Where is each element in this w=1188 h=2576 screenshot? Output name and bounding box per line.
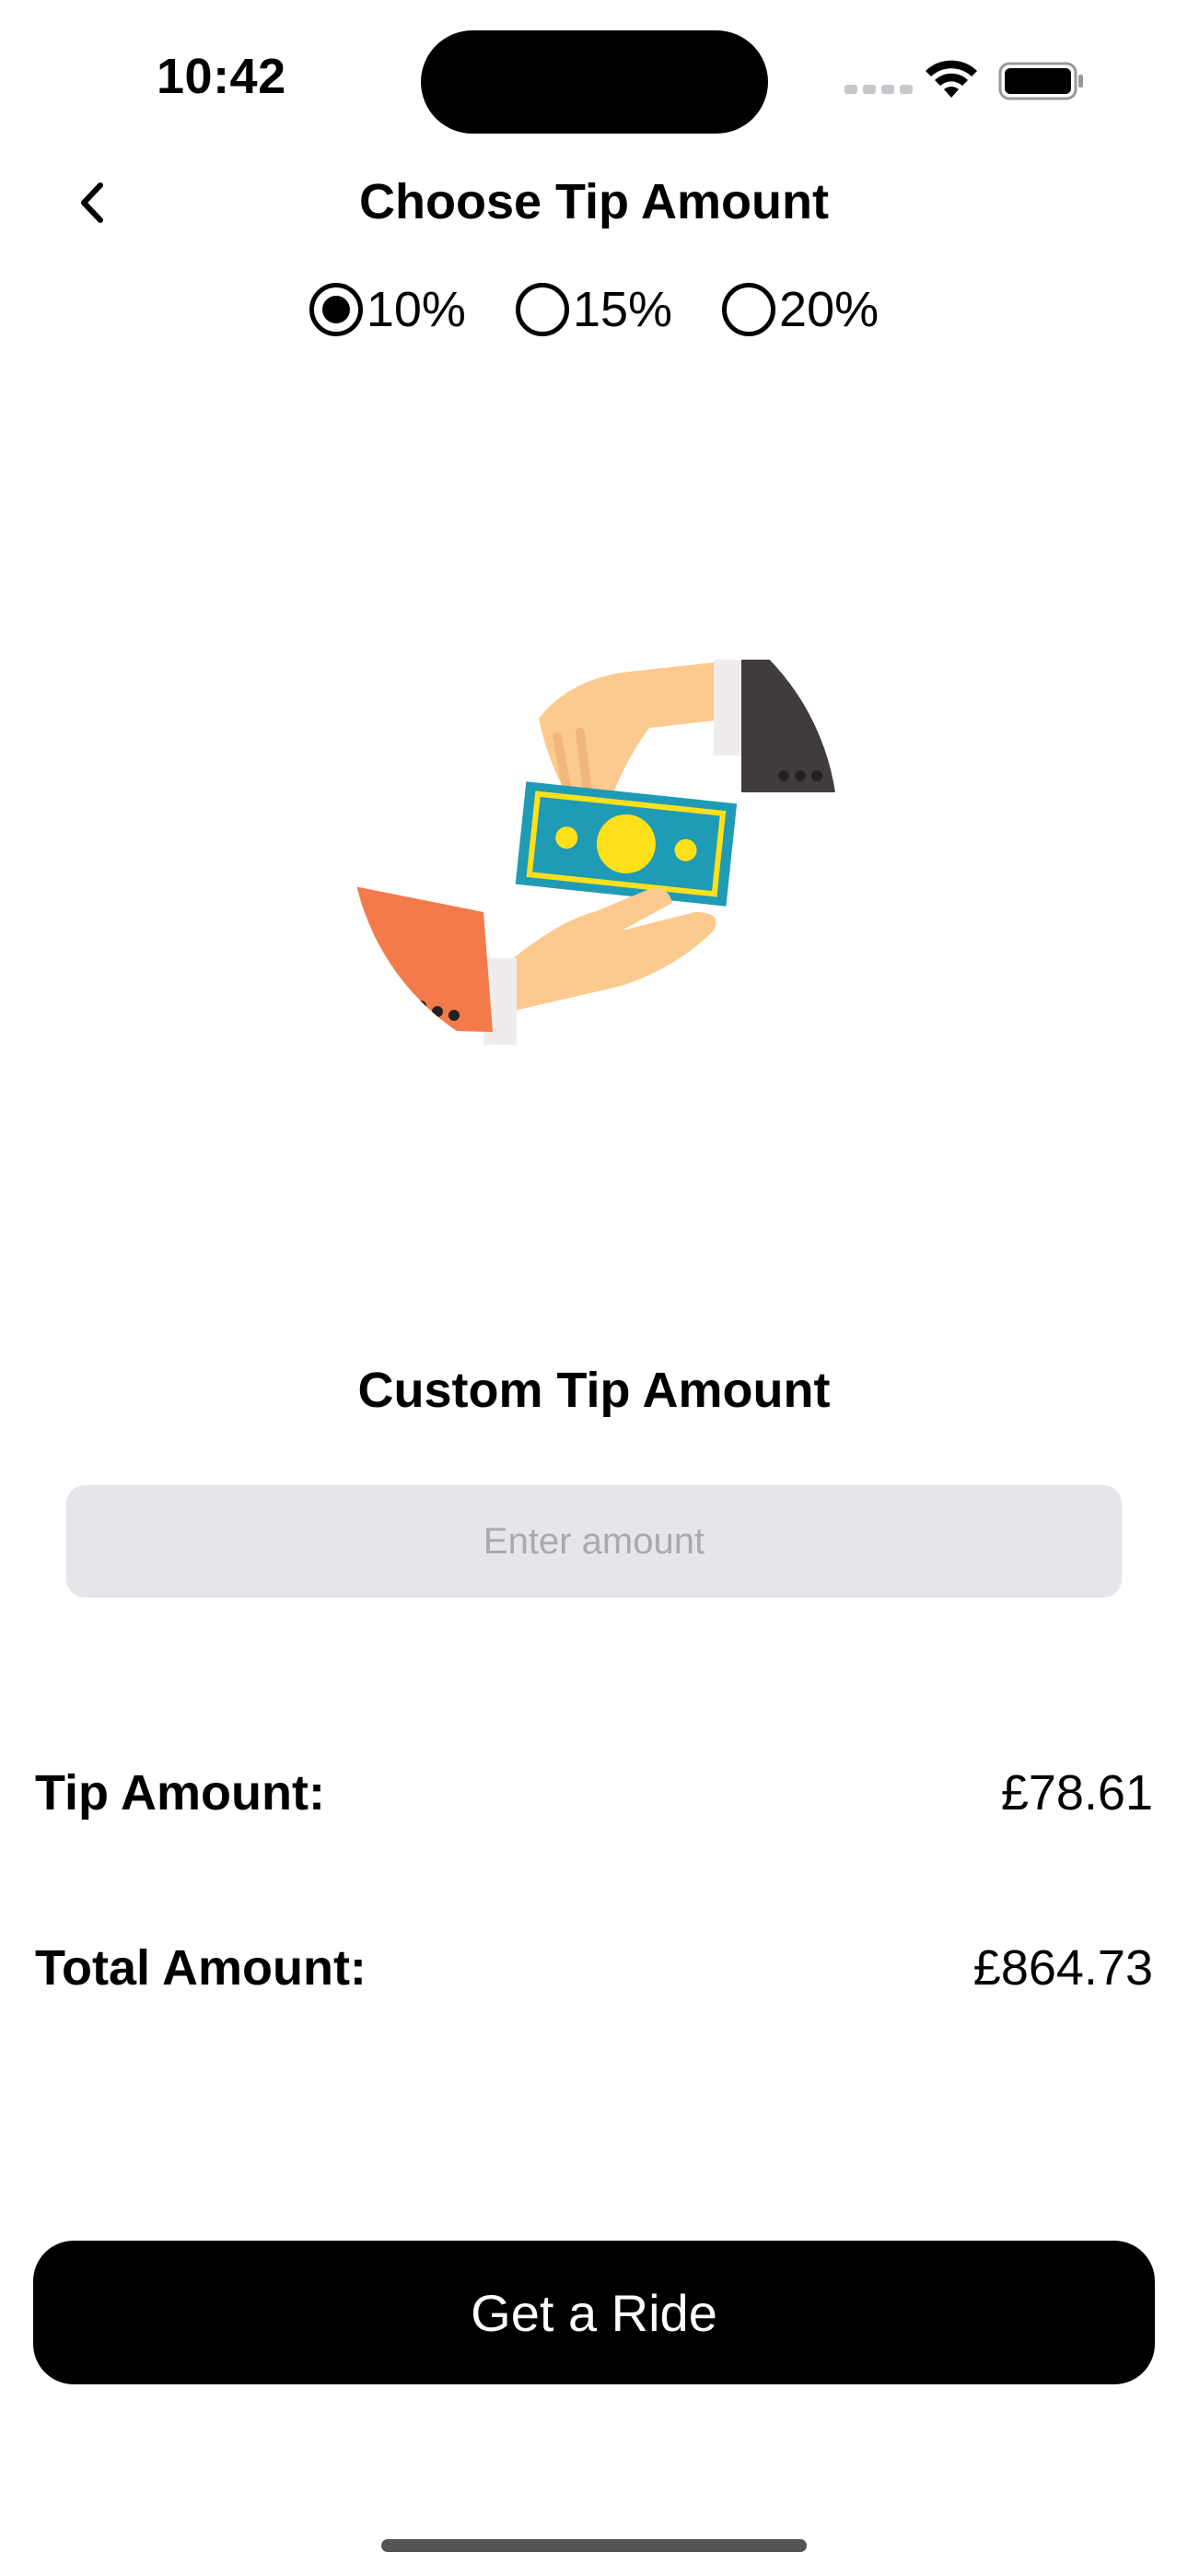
page-title: Choose Tip Amount xyxy=(359,174,829,229)
total-amount-value: £864.73 xyxy=(973,1940,1153,1996)
custom-tip-amount-input[interactable] xyxy=(66,1485,1122,1598)
total-amount-label: Total Amount: xyxy=(35,1940,367,1996)
tip-amount-row: Tip Amount: £78.61 xyxy=(35,1764,1153,1821)
wifi-icon xyxy=(926,60,977,98)
custom-tip-title: Custom Tip Amount xyxy=(357,1363,831,1418)
tip-option-label: 10% xyxy=(366,282,466,337)
dynamic-island xyxy=(421,30,768,134)
tip-option-15[interactable]: 15% xyxy=(515,281,673,338)
tip-option-label: 20% xyxy=(779,282,879,337)
hands-exchanging-money-illustration xyxy=(350,660,838,1045)
get-a-ride-button[interactable]: Get a Ride xyxy=(33,2241,1155,2384)
tip-percentage-options: 10% 15% 20% xyxy=(0,281,1188,338)
tip-option-label: 15% xyxy=(572,282,673,337)
radio-selected-icon[interactable] xyxy=(309,283,363,336)
cellular-signal-icon xyxy=(844,85,913,94)
radio-unselected-icon[interactable] xyxy=(515,283,569,336)
tip-amount-label: Tip Amount: xyxy=(35,1765,325,1821)
tip-option-20[interactable]: 20% xyxy=(722,281,879,338)
total-amount-row: Total Amount: £864.73 xyxy=(35,1939,1153,1996)
tip-option-10[interactable]: 10% xyxy=(309,281,466,338)
home-indicator[interactable] xyxy=(381,2539,807,2552)
status-time: 10:42 xyxy=(157,49,286,104)
battery-icon xyxy=(998,62,1083,100)
radio-unselected-icon[interactable] xyxy=(722,283,776,336)
tip-amount-value: £78.61 xyxy=(1000,1765,1153,1821)
